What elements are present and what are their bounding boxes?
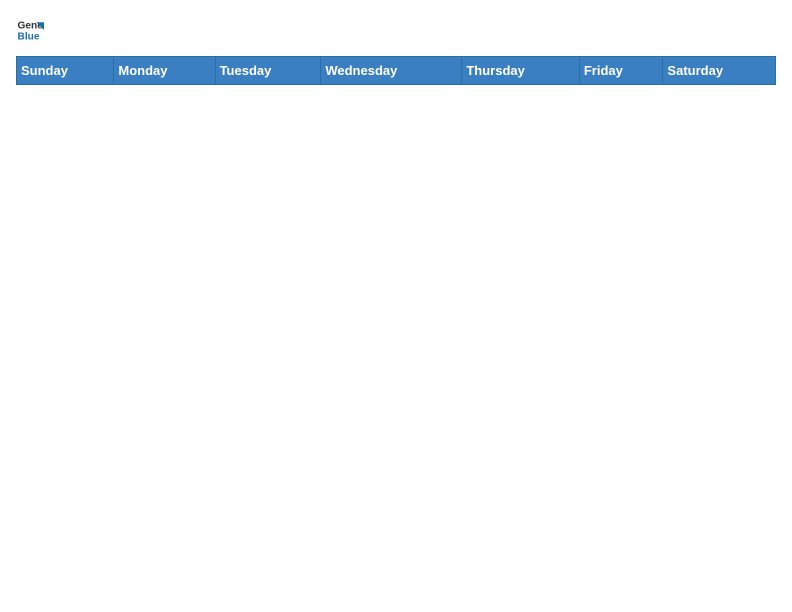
logo: General Blue: [16, 16, 44, 44]
weekday-header-wednesday: Wednesday: [321, 57, 462, 85]
weekday-header-monday: Monday: [114, 57, 215, 85]
page-header: General Blue: [16, 16, 776, 44]
weekday-header-saturday: Saturday: [663, 57, 776, 85]
weekday-header-tuesday: Tuesday: [215, 57, 321, 85]
weekday-header-thursday: Thursday: [462, 57, 580, 85]
calendar-table: SundayMondayTuesdayWednesdayThursdayFrid…: [16, 56, 776, 85]
calendar-header-row: SundayMondayTuesdayWednesdayThursdayFrid…: [17, 57, 776, 85]
svg-text:Blue: Blue: [18, 31, 40, 42]
weekday-header-sunday: Sunday: [17, 57, 114, 85]
logo-icon: General Blue: [16, 16, 44, 44]
weekday-header-friday: Friday: [579, 57, 663, 85]
